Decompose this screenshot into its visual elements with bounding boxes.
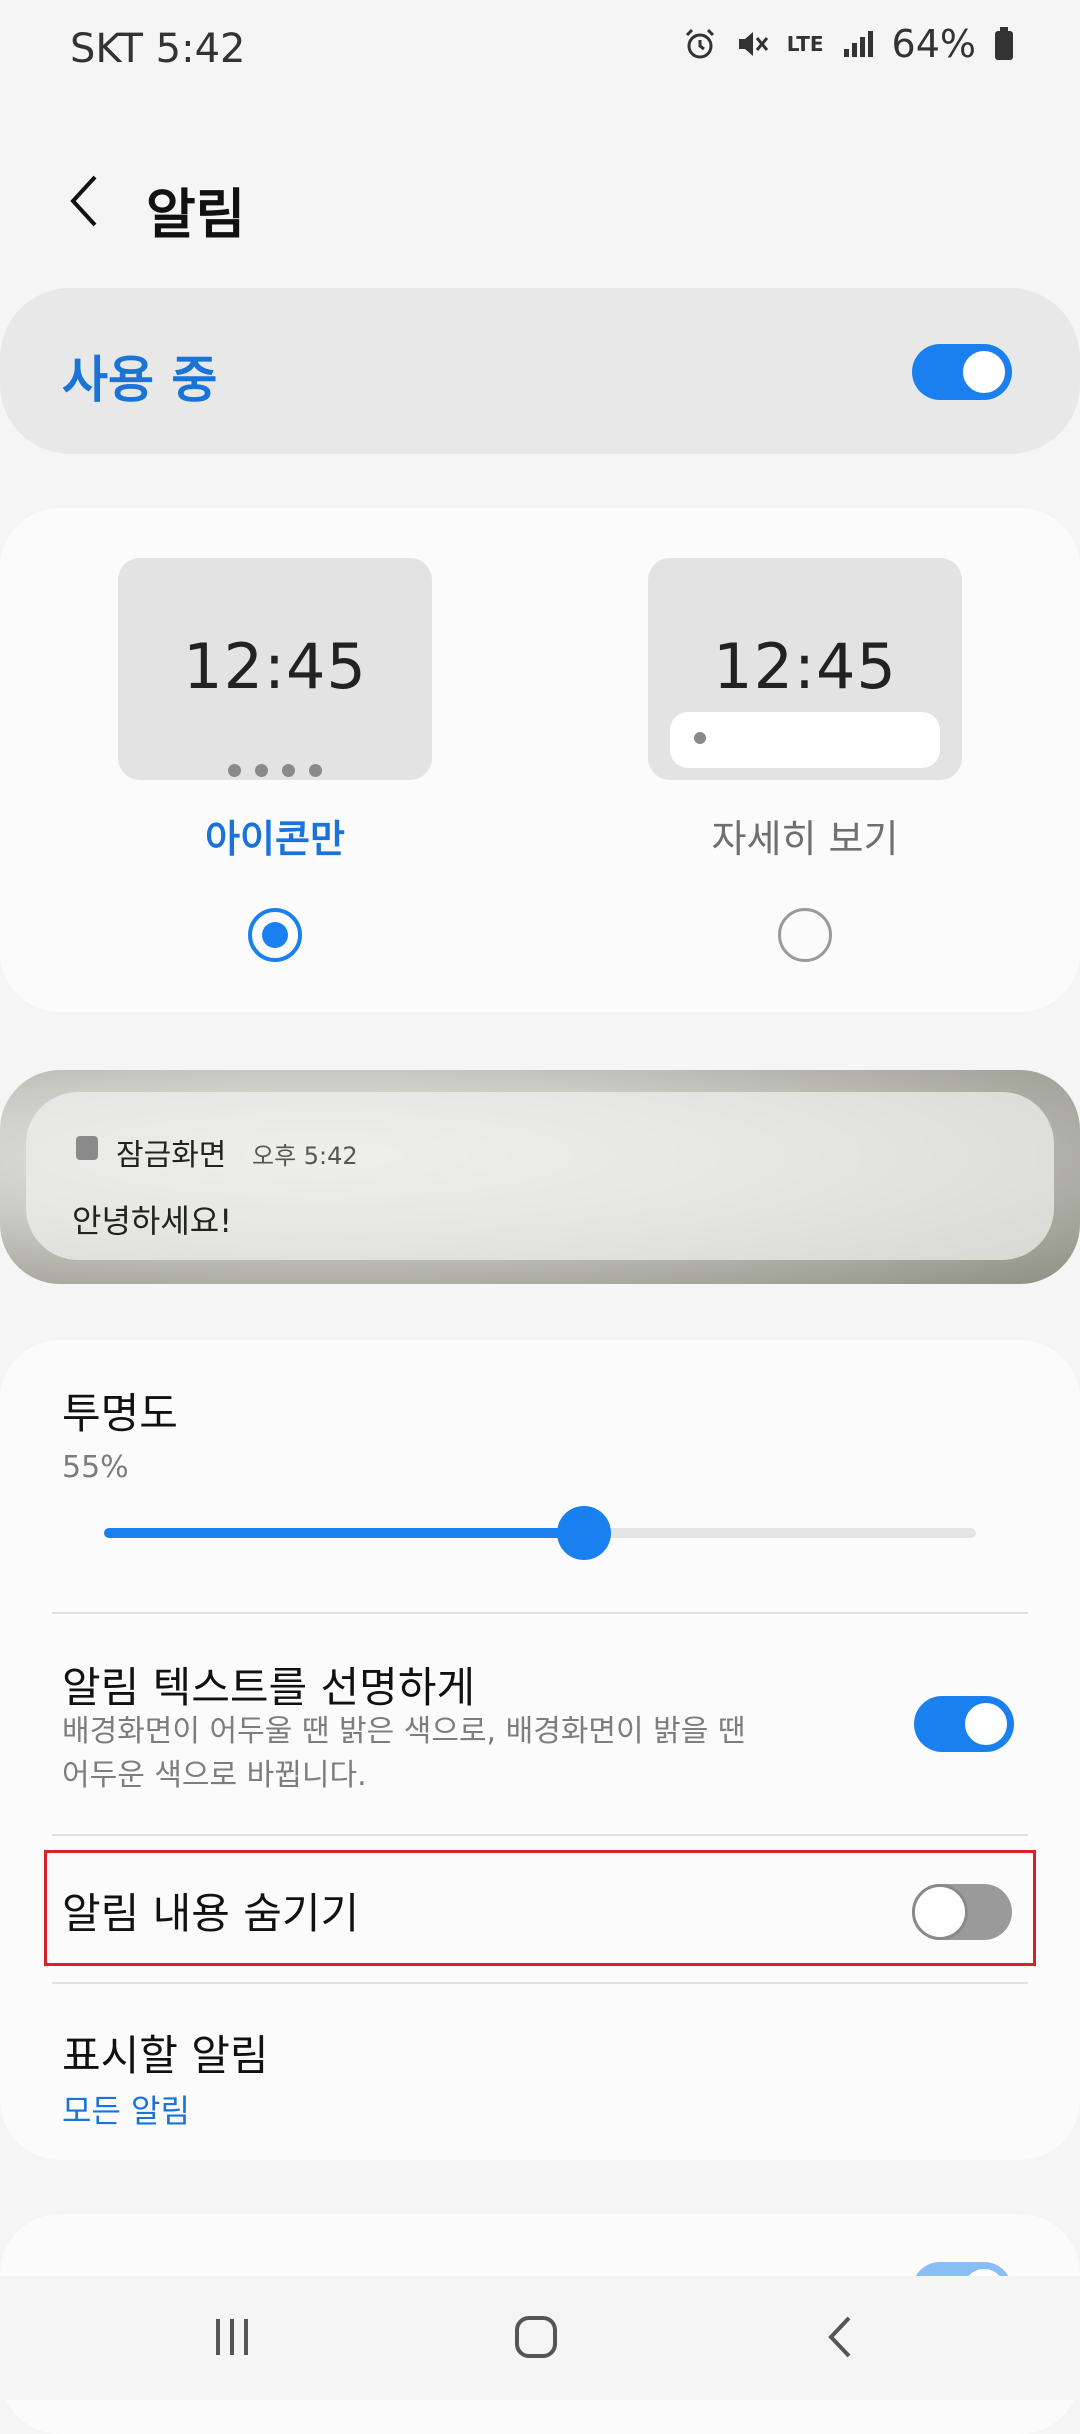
signal-icon bbox=[842, 29, 874, 59]
back-arrow-icon bbox=[65, 173, 105, 233]
home-button[interactable] bbox=[496, 2304, 576, 2374]
dot bbox=[282, 764, 295, 777]
toggle-knob bbox=[959, 347, 1009, 397]
preview-app-name: 잠금화면 bbox=[116, 1138, 227, 1173]
alarm-icon bbox=[683, 27, 717, 61]
battery-icon bbox=[994, 27, 1014, 61]
preview-time: 12:45 bbox=[713, 630, 897, 703]
toggle-knob bbox=[961, 1699, 1011, 1749]
preview-time: 오후 5:42 bbox=[252, 1142, 358, 1170]
lte-icon: LTE bbox=[786, 32, 824, 56]
status-right: LTE 64% bbox=[683, 22, 1014, 66]
dot bbox=[309, 764, 322, 777]
invert-text-toggle[interactable] bbox=[914, 1696, 1014, 1752]
divider bbox=[52, 1982, 1028, 1984]
slider-thumb[interactable] bbox=[556, 1506, 611, 1560]
preview-message: 안녕하세요! bbox=[72, 1202, 233, 1240]
preview-dots bbox=[118, 764, 432, 777]
mute-icon bbox=[735, 27, 769, 61]
invert-text-subtitle-2: 어두운 색으로 바뀝니다. bbox=[62, 1758, 367, 1793]
highlight-box bbox=[44, 1850, 1036, 1966]
recent-apps-button[interactable] bbox=[192, 2304, 272, 2374]
battery-label: 64% bbox=[891, 22, 976, 66]
invert-text-title: 알림 텍스트를 선명하게 bbox=[62, 1663, 476, 1712]
system-back-button[interactable] bbox=[800, 2304, 880, 2374]
icons-only-preview[interactable]: 12:45 bbox=[118, 558, 432, 780]
style-option-label-icons[interactable]: 아이콘만 bbox=[118, 808, 432, 863]
divider bbox=[52, 1834, 1028, 1836]
status-bar: SKT 5:42 LTE 64% bbox=[0, 0, 1080, 96]
settings-card: 투명도 55% 알림 텍스트를 선명하게 배경화면이 어두울 땐 밝은 색으로,… bbox=[0, 1340, 1080, 2160]
transparency-title: 투명도 bbox=[62, 1389, 178, 1438]
preview-notification: 잠금화면 오후 5:42 안녕하세요! bbox=[26, 1092, 1054, 1260]
recent-apps-icon bbox=[210, 2315, 254, 2363]
dot bbox=[694, 732, 706, 744]
preview-notification-card bbox=[670, 712, 940, 768]
detailed-preview[interactable]: 12:45 bbox=[648, 558, 962, 780]
lockscreen-preview: 잠금화면 오후 5:42 안녕하세요! bbox=[0, 1070, 1080, 1284]
notification-style-card: 12:45 아이콘만 12:45 자세히 보기 bbox=[0, 508, 1080, 1012]
slider-fill bbox=[104, 1528, 584, 1538]
carrier-label: SKT bbox=[70, 26, 143, 72]
clock: 5:42 bbox=[155, 26, 246, 72]
invert-text-subtitle-1: 배경화면이 어두울 땐 밝은 색으로, 배경화면이 밝을 땐 bbox=[62, 1714, 746, 1749]
home-icon bbox=[513, 2314, 559, 2364]
divider bbox=[52, 1612, 1028, 1614]
header: 알림 bbox=[0, 150, 1080, 260]
master-toggle[interactable] bbox=[912, 344, 1012, 400]
transparency-value: 55% bbox=[62, 1450, 129, 1485]
preview-time: 12:45 bbox=[183, 630, 367, 703]
notifications-to-show-title: 표시할 알림 bbox=[62, 2031, 269, 2080]
lock-icon bbox=[76, 1136, 98, 1160]
master-switch-label: 사용 중 bbox=[62, 351, 218, 409]
radio-icons-only[interactable] bbox=[248, 908, 302, 962]
transparency-slider[interactable] bbox=[104, 1506, 976, 1560]
master-switch-row[interactable]: 사용 중 bbox=[0, 288, 1080, 454]
style-option-label-detailed[interactable]: 자세히 보기 bbox=[648, 808, 962, 863]
status-left: SKT 5:42 bbox=[70, 26, 246, 72]
page-title: 알림 bbox=[146, 183, 246, 246]
back-button[interactable] bbox=[50, 168, 120, 238]
dot bbox=[255, 764, 268, 777]
dot bbox=[228, 764, 241, 777]
notifications-to-show-value: 모든 알림 bbox=[62, 2092, 190, 2130]
navigation-bar bbox=[0, 2276, 1080, 2400]
radio-detailed[interactable] bbox=[778, 908, 832, 962]
back-icon bbox=[825, 2314, 855, 2364]
